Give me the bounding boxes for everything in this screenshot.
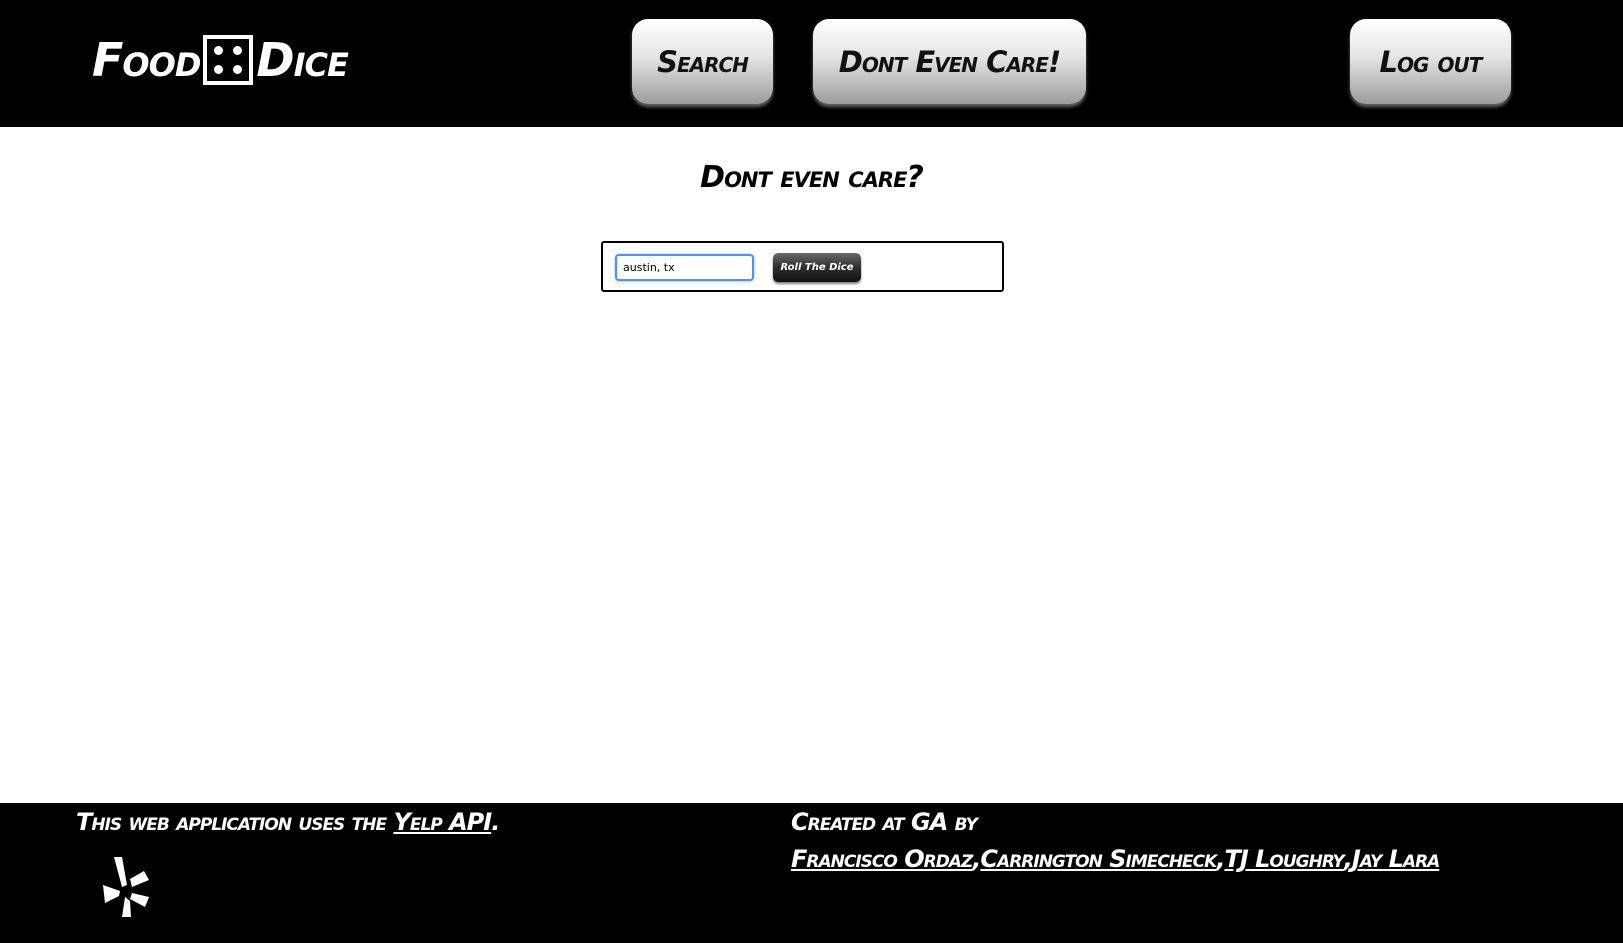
logo-text-dice: Dice [256, 33, 348, 87]
author-link[interactable]: TJ Loughry [1224, 845, 1344, 873]
credits-heading: Created at GA by [791, 808, 978, 836]
author-separator: , [1343, 845, 1353, 873]
yelp-burst-icon[interactable] [100, 855, 152, 919]
credits-authors: Francisco Ordaz,Carrington Simecheck,TJ … [791, 845, 1440, 873]
author-link[interactable]: Francisco Ordaz [791, 845, 973, 873]
author-link[interactable]: Carrington Simecheck [980, 845, 1217, 873]
search-button[interactable]: Search [632, 19, 773, 104]
logo-text-food: Food [92, 33, 201, 87]
roll-the-dice-button[interactable]: Roll The Dice [773, 253, 861, 282]
log-out-button[interactable]: Log out [1350, 19, 1511, 104]
food-dice-logo[interactable]: Food Dice [92, 28, 349, 92]
yelp-attribution-suffix: . [491, 808, 500, 836]
yelp-api-link[interactable]: Yelp API [393, 808, 492, 836]
random-search-form: Roll The Dice [601, 241, 1004, 292]
yelp-attribution-prefix: This web application uses the [76, 808, 394, 836]
page-title: Dont even care? [700, 160, 924, 195]
footer: This web application uses the Yelp API. … [0, 803, 1623, 943]
die-four-icon [203, 35, 254, 85]
author-link[interactable]: Jay Lara [1352, 845, 1440, 873]
dont-even-care-button[interactable]: Dont Even Care! [813, 19, 1086, 104]
location-input[interactable] [615, 254, 754, 281]
top-navbar: Food Dice Search Dont Even Care! Log out [0, 0, 1623, 127]
yelp-attribution: This web application uses the Yelp API. [76, 808, 500, 836]
